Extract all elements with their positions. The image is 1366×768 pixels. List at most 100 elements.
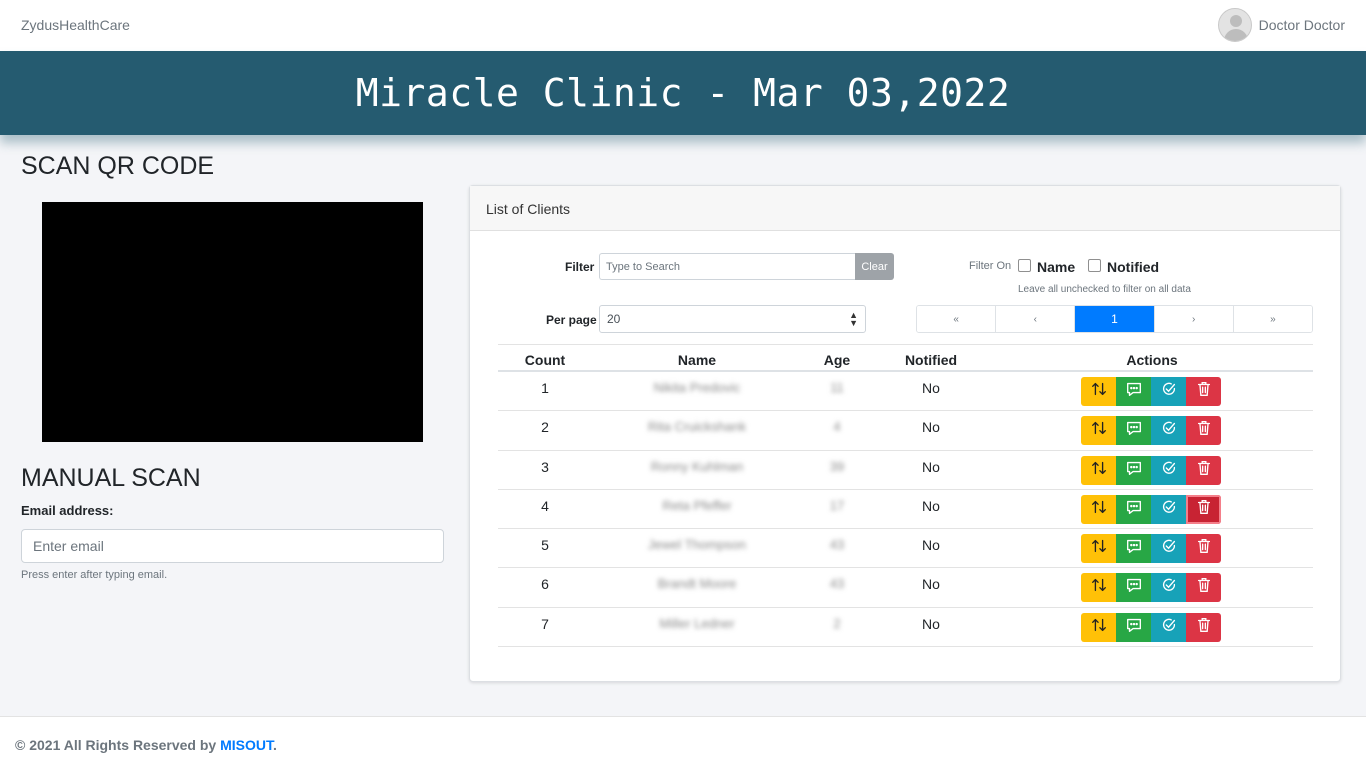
clients-table: Count Name Age Notified Actions 1 Nikita … [498,344,1313,648]
cell-age: 2 [833,615,841,631]
table-row: 4 Reta Pfeffer 17 No [498,490,1313,530]
filter-hint: Leave all unchecked to filter on all dat… [1018,284,1191,295]
email-label: Email address: [21,503,114,518]
col-name[interactable]: Name [678,352,716,368]
cell-age: 17 [829,497,845,513]
delete-button[interactable] [1186,377,1221,406]
delete-button[interactable] [1186,573,1221,603]
move-button[interactable] [1081,612,1116,642]
table-row: 1 Nikita Predovic 11 No [498,372,1313,412]
done-button[interactable] [1151,573,1186,603]
swap-vertical-icon [1090,576,1108,599]
pagination: « ‹ 1 › » [916,305,1313,333]
swap-vertical-icon [1090,616,1108,639]
move-button[interactable] [1081,573,1116,603]
check-circle-icon [1160,459,1178,482]
select-caret-icon: ▲ ▼ [849,310,858,328]
cell-count: 6 [541,576,549,593]
notify-button[interactable] [1116,377,1151,406]
filter-search-input[interactable] [599,253,856,280]
trash-icon [1195,537,1213,560]
swap-vertical-icon [1090,537,1108,560]
filter-notified-label[interactable]: Notified [1107,259,1159,275]
copyright-text: © 2021 All Rights Reserved by [15,737,217,753]
top-navbar: ZydusHealthCare Doctor Doctor [0,0,1366,51]
message-icon [1125,498,1143,521]
page-prev-button[interactable]: ‹ [996,306,1076,332]
trash-icon [1195,380,1213,403]
message-icon [1125,616,1143,639]
check-circle-icon [1160,537,1178,560]
delete-button[interactable] [1186,534,1221,564]
row-actions [1081,494,1221,524]
notify-button[interactable] [1116,612,1151,642]
done-button[interactable] [1151,534,1186,564]
col-age[interactable]: Age [824,352,850,368]
user-menu[interactable]: Doctor Doctor [1217,7,1345,43]
qr-camera-preview [42,202,423,442]
cell-notified: No [922,419,940,436]
per-page-select[interactable]: 20 ▲ ▼ [599,305,866,333]
move-button[interactable] [1081,416,1116,446]
cell-count: 3 [541,458,549,475]
message-icon [1125,576,1143,599]
email-input[interactable] [21,529,444,563]
avatar[interactable] [1217,8,1252,42]
move-button[interactable] [1081,455,1116,485]
notify-button[interactable] [1116,534,1151,564]
brand-link[interactable]: ZydusHealthCare [21,17,130,33]
swap-vertical-icon [1090,380,1108,403]
filter-notified-checkbox[interactable] [1088,259,1101,272]
message-icon [1125,380,1143,403]
page-next-button[interactable]: › [1154,306,1234,332]
move-button[interactable] [1081,534,1116,564]
trash-icon [1195,459,1213,482]
notify-button[interactable] [1116,494,1151,524]
cell-notified: No [922,576,940,593]
table-row: 5 Jewel Thompson 43 No [498,529,1313,569]
trash-icon [1195,576,1213,599]
clients-card-header: List of Clients [470,186,1340,231]
user-name[interactable]: Doctor Doctor [1259,17,1345,33]
done-button[interactable] [1151,377,1186,406]
notify-button[interactable] [1116,455,1151,485]
done-button[interactable] [1151,612,1186,642]
check-circle-icon [1160,419,1178,442]
delete-button[interactable] [1186,416,1221,446]
done-button[interactable] [1151,455,1186,485]
cell-age: 11 [830,380,844,395]
clear-filter-button[interactable]: Clear [855,253,894,280]
filter-name-label[interactable]: Name [1037,259,1075,275]
cell-age: 43 [829,576,845,592]
row-actions [1081,573,1221,603]
move-button[interactable] [1081,494,1116,524]
delete-button[interactable] [1186,494,1221,524]
page-last-button[interactable]: » [1233,306,1312,332]
cell-notified: No [922,380,940,396]
filter-name-checkbox[interactable] [1018,259,1031,272]
notify-button[interactable] [1116,573,1151,603]
notify-button[interactable] [1116,416,1151,446]
delete-button[interactable] [1186,455,1221,485]
move-button[interactable] [1081,377,1116,406]
row-actions [1081,612,1221,642]
misout-link[interactable]: MISOUT [220,737,273,753]
cell-count: 1 [541,380,549,396]
cell-age: 39 [829,458,845,474]
check-circle-icon [1160,576,1178,599]
cell-notified: No [922,497,940,514]
table-row: 7 Miller Ledner 2 No [498,608,1313,648]
cell-age: 4 [833,419,841,435]
message-icon [1125,419,1143,442]
col-count[interactable]: Count [525,352,565,368]
delete-button[interactable] [1186,612,1221,642]
page-1-button[interactable]: 1 [1075,306,1155,332]
row-actions [1081,416,1221,446]
col-notified[interactable]: Notified [905,352,957,368]
done-button[interactable] [1151,416,1186,446]
row-actions [1081,455,1221,485]
trash-icon [1195,419,1213,442]
table-row: 3 Ronny Kuhlman 39 No [498,451,1313,490]
page-first-button[interactable]: « [917,306,997,332]
done-button[interactable] [1151,494,1186,524]
